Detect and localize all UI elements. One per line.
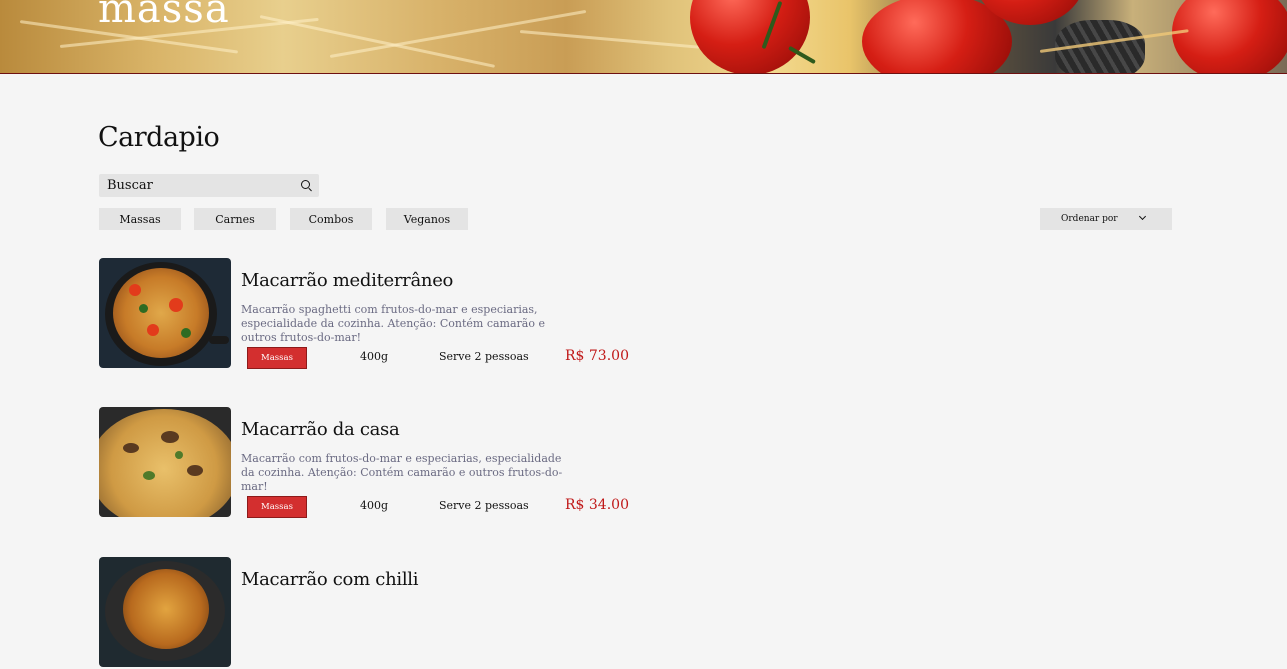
dish-weight: 400g [360,499,389,512]
sort-dropdown[interactable]: Ordenar por [1040,208,1172,230]
dish-image [99,407,231,517]
dish-image [99,557,231,667]
menu-item[interactable]: Macarrão da casa Macarrão com frutos-do-… [99,407,659,519]
dish-image [99,258,231,368]
dish-serves: Serve 2 pessoas [439,350,529,363]
search-input[interactable] [107,178,287,193]
menu-item[interactable]: Macarrão com chilli [99,557,659,669]
sort-label: Ordenar por [1061,214,1118,224]
dish-name: Macarrão com chilli [241,569,419,590]
dish-name: Macarrão mediterrâneo [241,270,454,291]
dish-price: R$ 34.00 [565,497,629,513]
chevron-down-icon [1138,212,1147,221]
search-icon[interactable] [301,180,310,189]
dish-weight: 400g [360,350,389,363]
hero-banner: massa [0,0,1287,74]
dish-serves: Serve 2 pessoas [439,499,529,512]
dish-description: Macarrão com frutos-do-mar e especiarias… [241,452,563,493]
brand-logo[interactable]: massa [98,0,230,32]
filter-veganos[interactable]: Veganos [386,208,468,230]
dish-price: R$ 73.00 [565,348,629,364]
category-badge[interactable]: Massas [247,347,307,369]
filter-massas[interactable]: Massas [99,208,181,230]
dish-name: Macarrão da casa [241,419,400,440]
menu-item[interactable]: Macarrão mediterrâneo Macarrão spaghetti… [99,258,659,370]
search-box[interactable] [99,174,319,197]
filter-carnes[interactable]: Carnes [194,208,276,230]
filter-combos[interactable]: Combos [290,208,372,230]
dish-description: Macarrão spaghetti com frutos-do-mar e e… [241,303,545,344]
page-title: Cardapio [98,122,220,153]
category-badge[interactable]: Massas [247,496,307,518]
